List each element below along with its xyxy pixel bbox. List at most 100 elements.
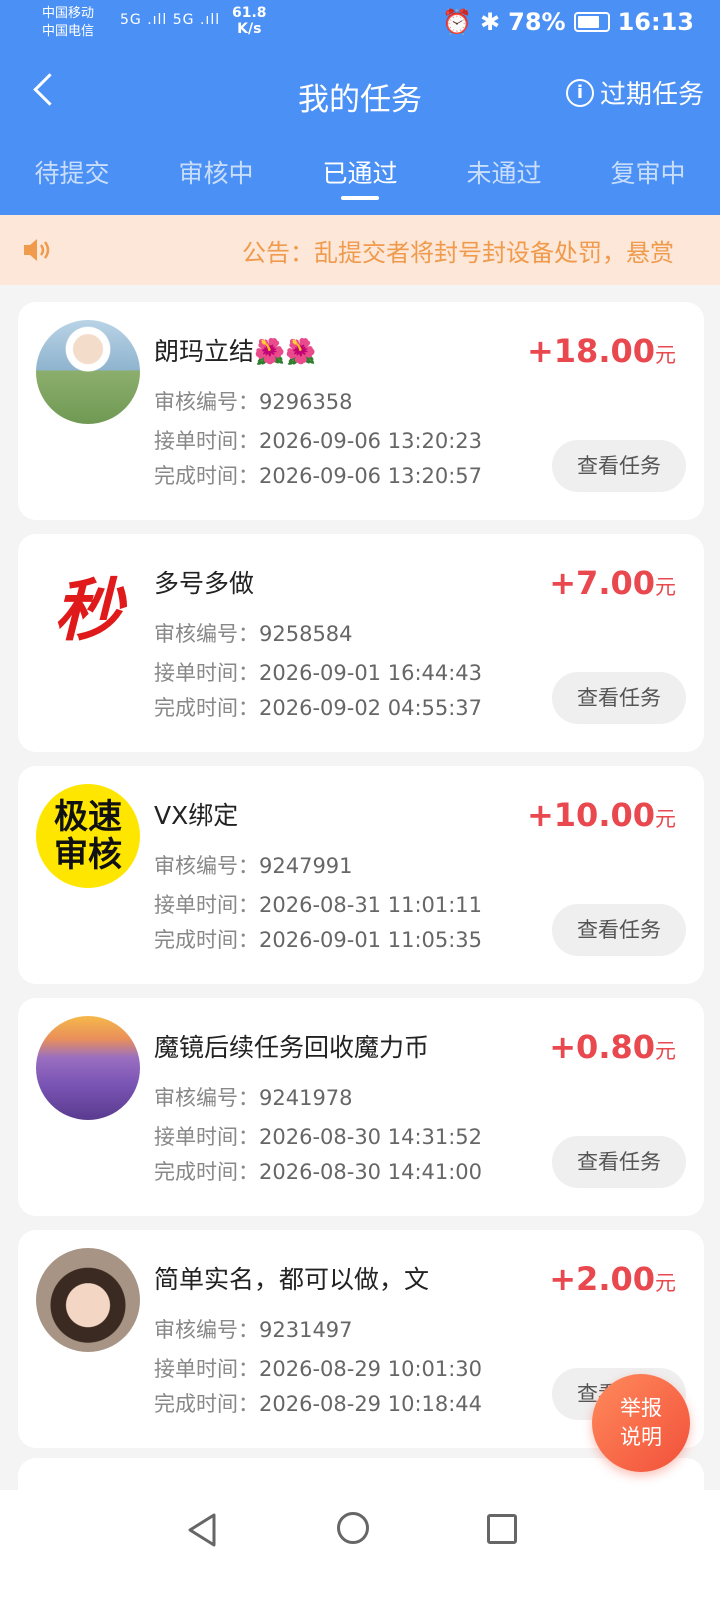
accept-time: 接单时间：2026-09-01 16:44:43 [154, 657, 482, 687]
view-task-button[interactable]: 查看任务 [552, 440, 686, 492]
expired-tasks-button[interactable]: i 过期任务 [565, 74, 704, 111]
task-reward: +0.80元 [549, 1028, 676, 1066]
task-card[interactable]: 魔镜后续任务回收魔力币 审核编号：9241978 接单时间：2026-08-30… [18, 998, 704, 1216]
finish-time-value: 2026-09-06 13:20:57 [259, 464, 483, 488]
task-avatar: 秒 [36, 552, 140, 656]
reward-amount: +18.00 [526, 332, 655, 370]
accept-time: 接单时间：2026-08-29 10:01:30 [154, 1353, 482, 1383]
task-reward: +2.00元 [549, 1260, 676, 1298]
reward-amount: +0.80 [549, 1028, 655, 1066]
reward-amount: +10.00 [526, 796, 655, 834]
view-task-button[interactable]: 查看任务 [552, 672, 686, 724]
accept-time-label: 接单时间： [154, 1125, 259, 1149]
task-avatar [36, 1016, 140, 1120]
avatar-logo-text: 秒 [53, 570, 122, 651]
status-bar: 中国移动 中国电信 5G .ıll 5G .ıll 61.8 K/s ⏰ ✱ 7… [0, 0, 720, 48]
nav-home-icon[interactable] [337, 1512, 369, 1544]
speed-value: 61.8 [232, 5, 267, 21]
carrier-1: 中国移动 [42, 6, 95, 21]
speaker-icon [24, 239, 50, 261]
nav-recent-apps-icon[interactable] [487, 1514, 517, 1544]
battery-fill [577, 16, 600, 28]
avatar-logo-text: 极速 审核 [54, 797, 122, 875]
tab-approved[interactable]: 已通过 [288, 136, 432, 206]
task-avatar [36, 1248, 140, 1352]
finish-time-value: 2026-09-01 11:05:35 [259, 928, 483, 952]
review-number-label: 审核编号： [154, 1318, 259, 1342]
finish-time: 完成时间：2026-09-01 11:05:35 [154, 924, 482, 954]
accept-time-label: 接单时间： [154, 429, 259, 453]
review-number-value: 9296358 [259, 390, 353, 414]
reward-unit: 元 [655, 575, 676, 599]
speed-unit: K/s [237, 21, 262, 37]
accept-time-value: 2026-08-29 10:01:30 [259, 1357, 483, 1381]
reward-unit: 元 [655, 1271, 676, 1295]
review-number-label: 审核编号： [154, 390, 259, 414]
review-number-value: 9231497 [259, 1318, 353, 1342]
finish-time-value: 2026-08-30 14:41:00 [259, 1160, 483, 1184]
accept-time: 接单时间：2026-08-30 14:31:52 [154, 1121, 482, 1151]
status-right: ⏰ ✱ 78% 16:13 [442, 8, 694, 36]
signal-icon: 5G .ıll 5G .ıll [120, 12, 221, 28]
review-number: 审核编号：9241978 [154, 1082, 353, 1112]
accept-time-value: 2026-08-31 11:01:11 [259, 893, 483, 917]
finish-time-label: 完成时间： [154, 464, 259, 488]
view-task-button[interactable]: 查看任务 [552, 1136, 686, 1188]
clock: 16:13 [617, 8, 694, 36]
accept-time: 接单时间：2026-09-06 13:20:23 [154, 425, 482, 455]
accept-time-label: 接单时间： [154, 893, 259, 917]
accept-time-label: 接单时间： [154, 1357, 259, 1381]
battery-percent: 78% [508, 8, 566, 36]
finish-time-label: 完成时间： [154, 1160, 259, 1184]
announcement-bar[interactable]: 公告：乱提交者将封号封设备处罚，悬赏 [0, 215, 720, 285]
accept-time-value: 2026-09-01 16:44:43 [259, 661, 483, 685]
network-speed: 61.8 K/s [232, 5, 267, 37]
task-title: VX绑定 [154, 801, 239, 830]
info-icon: i [565, 78, 594, 107]
finish-time-label: 完成时间： [154, 928, 259, 952]
accept-time-value: 2026-09-06 13:20:23 [259, 429, 483, 453]
system-nav-bar [0, 1490, 720, 1600]
task-title: 简单实名，都可以做，文 [154, 1265, 430, 1294]
expired-tasks-label: 过期任务 [599, 80, 704, 110]
bluetooth-icon: ✱ [480, 8, 501, 36]
review-number-label: 审核编号： [154, 854, 259, 878]
tab-pending-submit[interactable]: 待提交 [0, 136, 144, 206]
reward-amount: +2.00 [549, 1260, 655, 1298]
reward-unit: 元 [655, 807, 676, 831]
tab-re-review[interactable]: 复审中 [576, 136, 720, 206]
task-reward: +7.00元 [549, 564, 676, 602]
review-number: 审核编号：9296358 [154, 386, 353, 416]
finish-time: 完成时间：2026-09-06 13:20:57 [154, 460, 482, 490]
review-number-value: 9247991 [259, 854, 353, 878]
review-number-value: 9241978 [259, 1086, 353, 1110]
accept-time-value: 2026-08-30 14:31:52 [259, 1125, 483, 1149]
status-tabs: 待提交 审核中 已通过 未通过 复审中 [0, 136, 720, 206]
finish-time-label: 完成时间： [154, 696, 259, 720]
accept-time: 接单时间：2026-08-31 11:01:11 [154, 889, 482, 919]
review-number-value: 9258584 [259, 622, 353, 646]
review-number-label: 审核编号： [154, 1086, 259, 1110]
task-card[interactable]: 朗玛立结🌺🌺 审核编号：9296358 接单时间：2026-09-06 13:2… [18, 302, 704, 520]
finish-time: 完成时间：2026-08-29 10:18:44 [154, 1388, 482, 1418]
task-reward: +10.00元 [527, 796, 676, 834]
report-info-button[interactable]: 举报 说明 [592, 1374, 690, 1472]
nav-back-icon[interactable] [186, 1512, 218, 1548]
review-number: 审核编号：9247991 [154, 850, 353, 880]
review-number-label: 审核编号： [154, 622, 259, 646]
tab-rejected[interactable]: 未通过 [432, 136, 576, 206]
reward-unit: 元 [655, 1039, 676, 1063]
review-number: 审核编号：9258584 [154, 618, 353, 648]
task-reward: +18.00元 [527, 332, 676, 370]
carrier-info: 中国移动 中国电信 [42, 5, 94, 41]
finish-time: 完成时间：2026-08-30 14:41:00 [154, 1156, 482, 1186]
task-avatar [36, 320, 140, 424]
task-card[interactable]: 秒 多号多做 审核编号：9258584 接单时间：2026-09-01 16:4… [18, 534, 704, 752]
task-card[interactable]: 极速 审核 VX绑定 审核编号：9247991 接单时间：2026-08-31 … [18, 766, 704, 984]
tab-under-review[interactable]: 审核中 [144, 136, 288, 206]
finish-time-value: 2026-08-29 10:18:44 [259, 1392, 483, 1416]
task-avatar: 极速 审核 [36, 784, 140, 888]
view-task-button[interactable]: 查看任务 [552, 904, 686, 956]
header: 中国移动 中国电信 5G .ıll 5G .ıll 61.8 K/s ⏰ ✱ 7… [0, 0, 720, 215]
alarm-icon: ⏰ [442, 8, 473, 36]
